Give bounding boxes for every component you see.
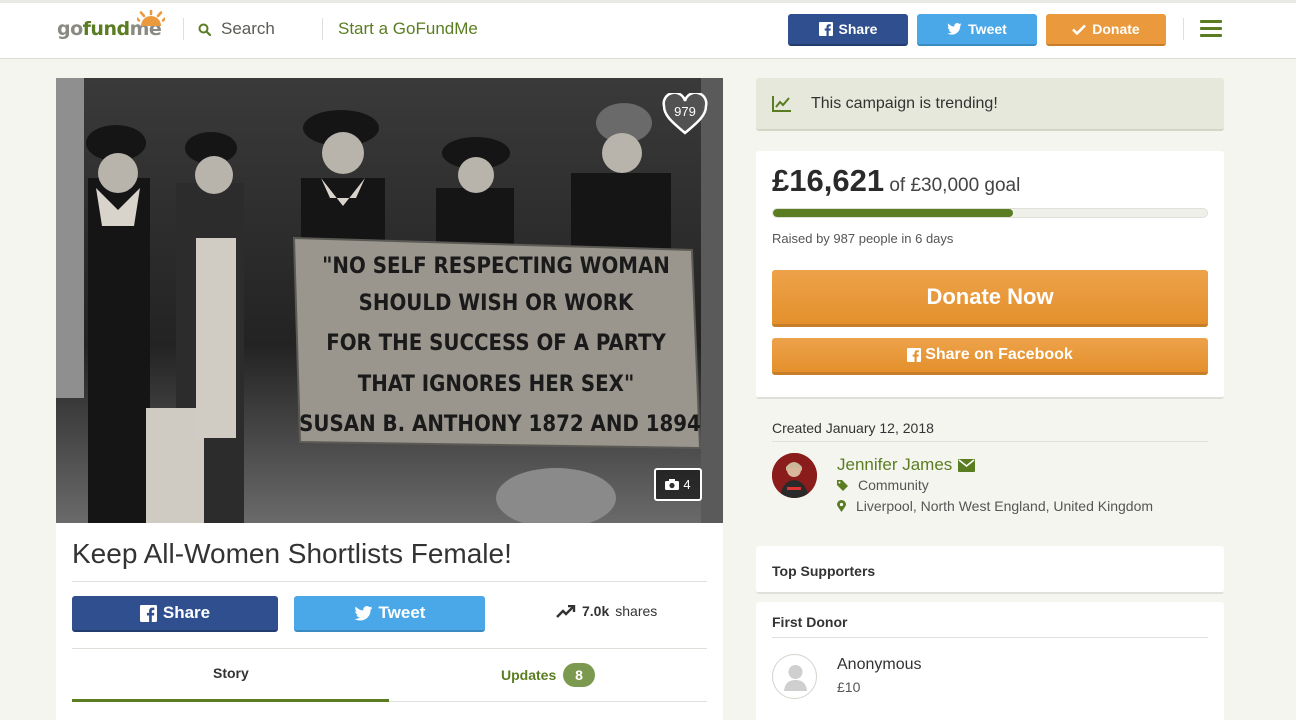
created-date: Created January 12, 2018 [772, 420, 934, 436]
top-supporters-heading: Top Supporters [772, 563, 876, 579]
shares-label: shares [615, 603, 658, 619]
share-facebook-label: Share on Facebook [925, 346, 1073, 363]
search-icon [198, 23, 211, 36]
tab-updates[interactable]: Updates [501, 667, 556, 683]
trending-icon [556, 604, 576, 618]
campaign-photo[interactable]: "NO SELF RESPECTING WOMAN SHOULD WISH OR… [56, 78, 723, 523]
tweet-button[interactable]: Tweet [294, 596, 485, 632]
twitter-icon [947, 23, 962, 35]
donor-name: Anonymous [837, 656, 922, 673]
share-label: Share [162, 603, 211, 622]
category-label: Community [858, 477, 929, 493]
banner-line-3: FOR THE SUCCESS OF A PARTY [326, 331, 666, 356]
search-label: Search [221, 19, 275, 38]
campaign-title: Keep All-Women Shortlists Female! [72, 538, 512, 569]
user-icon [784, 665, 807, 691]
banner-line-4: THAT IGNORES HER SEX" [358, 372, 635, 397]
divider [772, 441, 1208, 442]
share-button[interactable]: Share [72, 596, 278, 632]
active-tab-indicator [72, 699, 389, 702]
goal-text: of £30,000 goal [889, 175, 1021, 196]
header-donate-label: Donate [1092, 21, 1140, 37]
header-share-label: Share [838, 21, 878, 37]
banner-line-5: SUSAN B. ANTHONY 1872 AND 1894 [299, 412, 701, 437]
tab-story[interactable]: Story [213, 665, 249, 681]
photo-gallery-button[interactable]: 4 [654, 468, 702, 501]
donor-avatar [772, 654, 817, 699]
campaign-photo-image: "NO SELF RESPECTING WOMAN SHOULD WISH OR… [56, 78, 723, 523]
organizer-avatar[interactable] [772, 453, 817, 498]
organizer-link[interactable]: Jennifer James [837, 455, 976, 475]
banner-line-2: SHOULD WISH OR WORK [359, 291, 634, 316]
campaign-location: Liverpool, North West England, United Ki… [837, 498, 1153, 514]
envelope-icon[interactable] [958, 458, 976, 472]
shares-number: 7.0k [582, 603, 610, 619]
hamburger-menu-icon[interactable] [1200, 20, 1222, 41]
progress-bar [772, 208, 1208, 218]
amount-raised: £16,621 of £30,000 goal [772, 163, 1020, 199]
raised-by-text: Raised by 987 people in 6 days [772, 231, 954, 246]
search-link[interactable]: Search [198, 19, 275, 39]
share-on-facebook-button[interactable]: Share on Facebook [772, 338, 1208, 375]
tag-icon [837, 479, 848, 491]
twitter-icon [354, 605, 373, 621]
header-tweet-label: Tweet [968, 21, 1007, 37]
heart-count: 979 [674, 104, 696, 119]
check-icon [1072, 24, 1087, 35]
progress-fill [773, 209, 1014, 217]
header-share-button[interactable]: Share [788, 14, 908, 46]
shares-count: 7.0k shares [556, 603, 657, 619]
logo-sun-icon [137, 10, 165, 26]
camera-icon [665, 479, 680, 490]
tweet-label: Tweet [378, 603, 426, 622]
raised-amount: £16,621 [772, 163, 885, 198]
header-divider [322, 18, 323, 40]
map-marker-icon [837, 500, 846, 512]
facebook-icon [818, 22, 833, 36]
divider [72, 648, 707, 649]
first-donor-heading: First Donor [772, 614, 848, 630]
header-divider [183, 18, 184, 40]
tab-divider [389, 701, 707, 702]
updates-count-badge: 8 [563, 663, 595, 687]
divider [772, 637, 1208, 638]
divider [72, 581, 707, 582]
location-label: Liverpool, North West England, United Ki… [856, 498, 1154, 514]
banner-line-1: "NO SELF RESPECTING WOMAN [322, 254, 670, 279]
donor-amount: £10 [837, 679, 861, 695]
campaign-category[interactable]: Community [837, 477, 929, 493]
trending-chart-icon [772, 96, 791, 112]
trending-text: This campaign is trending! [811, 95, 998, 112]
gofundme-logo[interactable]: gofundme [57, 10, 167, 44]
header-divider [1183, 18, 1184, 40]
header-donate-button[interactable]: Donate [1046, 14, 1166, 46]
photo-count-label: 4 [683, 477, 691, 492]
organizer-name: Jennifer James [837, 455, 953, 474]
donate-now-button[interactable]: Donate Now [772, 270, 1208, 327]
header-tweet-button[interactable]: Tweet [917, 14, 1037, 46]
start-gofundme-link[interactable]: Start a GoFundMe [338, 19, 478, 39]
facebook-icon [139, 604, 157, 622]
facebook-icon [907, 348, 922, 362]
